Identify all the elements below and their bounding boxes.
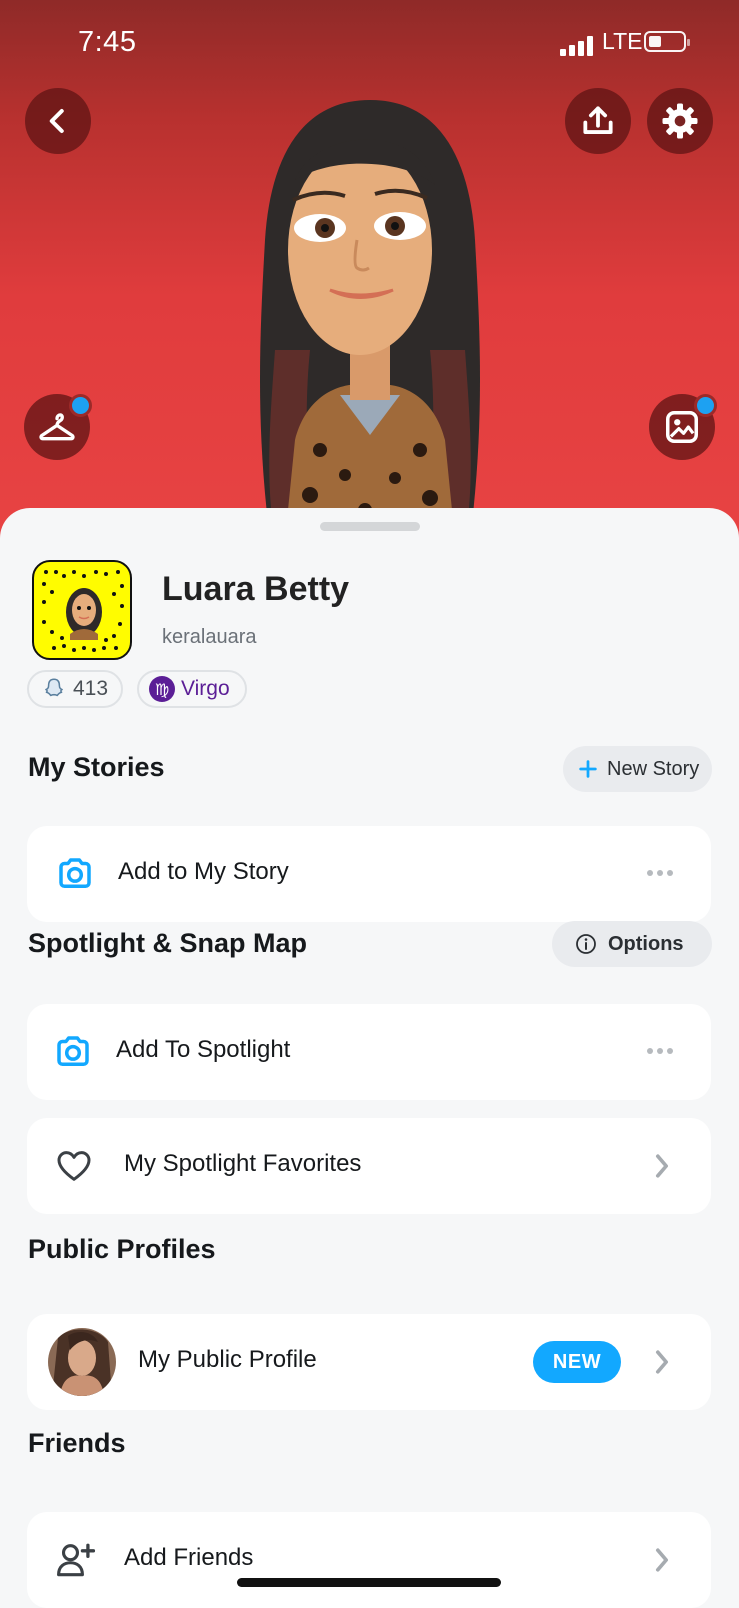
settings-button[interactable]	[647, 88, 713, 154]
ghost-icon	[45, 678, 63, 697]
add-friends-row[interactable]: Add Friends	[27, 1512, 711, 1608]
options-label: Options	[608, 932, 684, 955]
spotlight-favorites-label: My Spotlight Favorites	[124, 1150, 362, 1177]
add-to-spotlight-row[interactable]: Add To Spotlight	[27, 1004, 711, 1100]
public-profiles-title: Public Profiles	[28, 1234, 216, 1264]
status-bar: 7:45 LTE	[0, 22, 739, 62]
drag-handle[interactable]	[320, 522, 420, 531]
username[interactable]: keralauara	[162, 626, 257, 649]
battery-icon	[644, 31, 690, 52]
chevron-right-icon	[655, 1154, 669, 1178]
snapcode[interactable]	[32, 560, 132, 660]
more-options-icon[interactable]	[647, 870, 673, 876]
bitmoji-avatar[interactable]	[245, 100, 495, 540]
new-badge: NEW	[533, 1341, 621, 1383]
new-story-button[interactable]: New Story	[563, 746, 712, 792]
display-name: Luara Betty	[162, 570, 350, 608]
virgo-icon: ♍	[149, 676, 175, 702]
new-story-label: New Story	[607, 757, 700, 780]
add-friend-icon	[57, 1543, 96, 1577]
gear-icon	[662, 103, 698, 139]
network-label: LTE	[602, 28, 643, 54]
plus-icon	[579, 760, 597, 778]
snapscore-pill[interactable]: 413	[27, 670, 123, 708]
add-friends-label: Add Friends	[124, 1544, 254, 1571]
home-indicator[interactable]	[237, 1578, 501, 1587]
more-options-icon[interactable]	[647, 1048, 673, 1054]
my-public-profile-row[interactable]: My Public Profile NEW	[27, 1314, 711, 1410]
add-to-spotlight-label: Add To Spotlight	[116, 1036, 291, 1063]
profile-photo	[48, 1328, 116, 1396]
add-to-my-story-row[interactable]: Add to My Story	[27, 826, 711, 922]
my-stories-title: My Stories	[28, 752, 165, 782]
options-button[interactable]: Options	[552, 921, 712, 967]
share-button[interactable]	[565, 88, 631, 154]
notification-dot	[694, 394, 717, 417]
add-to-my-story-label: Add to My Story	[118, 858, 289, 885]
info-icon	[576, 934, 596, 954]
chevron-right-icon	[655, 1548, 669, 1572]
chevron-right-icon	[655, 1350, 669, 1374]
bitmoji-selfie-button[interactable]	[649, 394, 717, 460]
outfit-button[interactable]	[24, 394, 92, 460]
snapscore-value: 413	[73, 677, 109, 700]
notification-dot	[69, 394, 92, 417]
camera-icon	[59, 858, 91, 888]
upload-icon	[583, 106, 613, 134]
spotlight-title: Spotlight & Snap Map	[28, 928, 307, 958]
heart-icon	[57, 1151, 91, 1181]
zodiac-label: Virgo	[181, 677, 230, 700]
back-button[interactable]	[25, 88, 91, 154]
snapcode-pattern	[42, 570, 124, 652]
status-time: 7:45	[78, 26, 137, 58]
zodiac-pill[interactable]: ♍ Virgo	[137, 670, 247, 708]
spotlight-favorites-row[interactable]: My Spotlight Favorites	[27, 1118, 711, 1214]
camera-icon	[57, 1036, 89, 1066]
profile-sheet: Luara Betty keralauara 413 ♍ Virgo My St…	[0, 508, 739, 1608]
bitmoji-header: 7:45 LTE	[0, 0, 739, 540]
signal-icon	[560, 34, 600, 56]
image-frame-icon	[666, 411, 698, 443]
chevron-left-icon	[49, 109, 64, 133]
my-public-profile-label: My Public Profile	[138, 1346, 317, 1373]
friends-title: Friends	[28, 1428, 126, 1458]
